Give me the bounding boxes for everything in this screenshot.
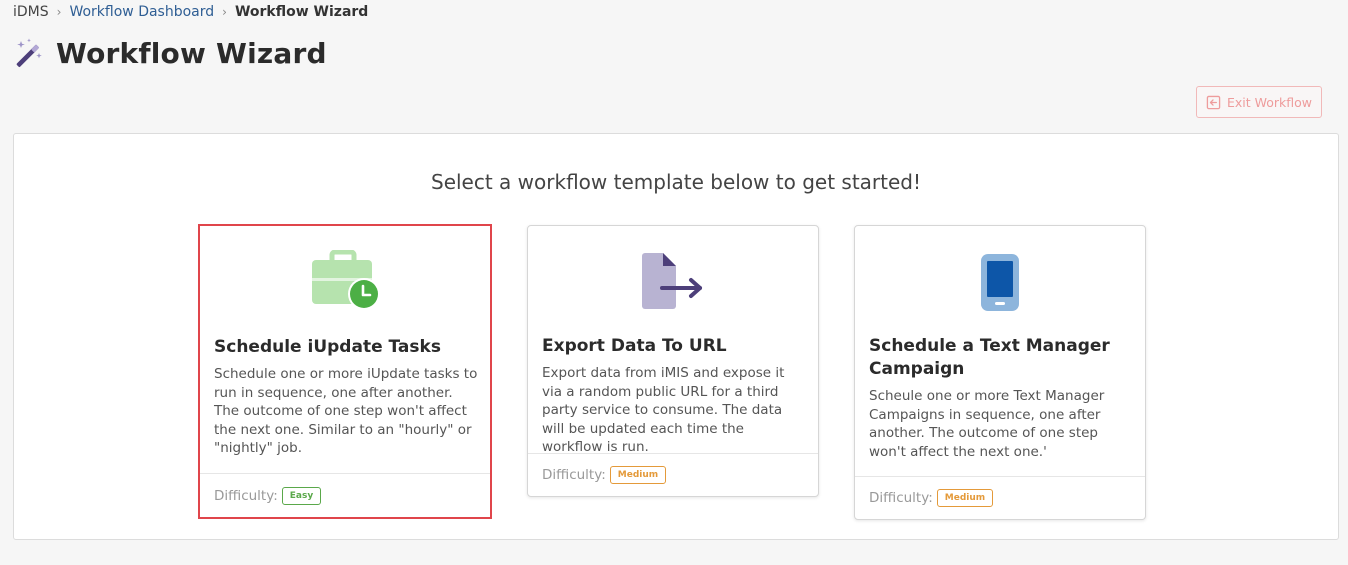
template-title: Schedule iUpdate Tasks	[214, 337, 441, 357]
template-footer: Difficulty: Medium	[528, 453, 818, 496]
chevron-right-icon: ›	[222, 5, 227, 19]
template-prompt: Select a workflow template below to get …	[431, 170, 921, 194]
difficulty-badge: Medium	[609, 466, 667, 484]
sign-out-icon	[1206, 95, 1221, 109]
page-title: Workflow Wizard	[56, 37, 327, 70]
template-card-text-manager[interactable]: Schedule a Text Manager Campaign Scheule…	[854, 225, 1146, 520]
difficulty-label: Difficulty:	[869, 490, 933, 506]
template-description: Schedule one or more iUpdate tasks to ru…	[214, 366, 478, 457]
template-card-schedule-iupdate[interactable]: Schedule iUpdate Tasks Schedule one or m…	[198, 224, 492, 519]
template-panel: Select a workflow template below to get …	[13, 133, 1339, 540]
difficulty-label: Difficulty:	[214, 487, 278, 504]
exit-workflow-button[interactable]: Exit Workflow	[1196, 86, 1322, 118]
template-footer: Difficulty: Medium	[855, 476, 1145, 519]
difficulty-badge: Medium	[936, 489, 994, 507]
page-header: Workflow Wizard	[14, 37, 327, 70]
template-title: Export Data To URL	[542, 336, 727, 356]
exit-workflow-label: Exit Workflow	[1226, 94, 1313, 110]
difficulty-badge: Easy	[281, 486, 322, 505]
template-card-export-data[interactable]: Export Data To URL Export data from iMIS…	[527, 225, 819, 497]
template-description: Scheule one or more Text Manager Campaig…	[869, 388, 1105, 460]
template-description: Export data from iMIS and expose it via …	[542, 365, 785, 456]
breadcrumb-workflow-dashboard[interactable]: Workflow Dashboard	[69, 4, 214, 20]
breadcrumb-current: Workflow Wizard	[234, 4, 369, 20]
briefcase-clock-icon	[312, 250, 380, 310]
breadcrumb: iDMS › Workflow Dashboard › Workflow Wiz…	[13, 3, 368, 21]
mobile-phone-icon	[981, 254, 1019, 311]
template-title: Schedule a Text Manager Campaign	[869, 336, 1110, 379]
difficulty-label: Difficulty:	[542, 467, 606, 483]
file-export-icon	[642, 253, 702, 309]
chevron-right-icon: ›	[56, 5, 62, 19]
template-footer: Difficulty: Easy	[200, 473, 490, 517]
magic-wand-icon	[16, 38, 42, 67]
breadcrumb-root[interactable]: iDMS	[13, 4, 49, 20]
